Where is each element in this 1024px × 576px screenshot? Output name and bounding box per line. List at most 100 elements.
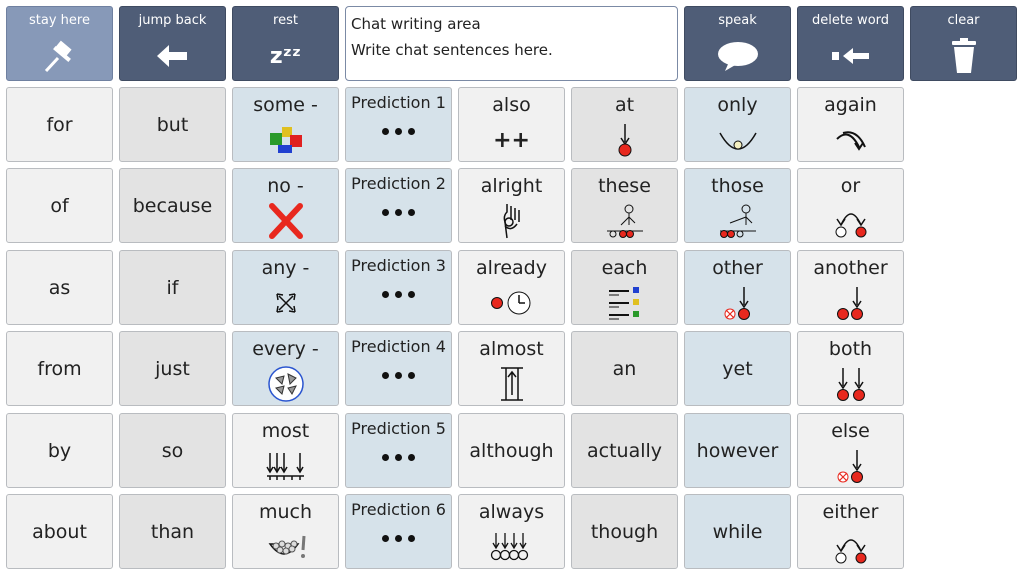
word-label: else	[831, 420, 870, 442]
bowl-ball-icon	[685, 120, 790, 160]
prediction-2[interactable]: Prediction 2	[345, 168, 452, 243]
group-circle-icon	[233, 364, 338, 404]
word-any[interactable]: any -	[232, 250, 339, 325]
word-for[interactable]: for	[6, 87, 113, 162]
word-label: than	[150, 520, 195, 543]
speech-bubble-icon	[685, 35, 790, 77]
word-label: as	[48, 276, 71, 299]
word-actually[interactable]: actually	[571, 413, 678, 488]
word-as[interactable]: as	[6, 250, 113, 325]
prediction-3[interactable]: Prediction 3	[345, 250, 452, 325]
word-always[interactable]: always	[458, 494, 565, 569]
word-but[interactable]: but	[119, 87, 226, 162]
word-every[interactable]: every -	[232, 331, 339, 406]
word-label: yet	[722, 357, 753, 380]
word-label: at	[614, 94, 635, 116]
word-label: other	[712, 257, 763, 279]
ellipsis-icon	[346, 372, 451, 379]
word-from[interactable]: from	[6, 331, 113, 406]
prediction-6[interactable]: Prediction 6	[345, 494, 452, 569]
word-label: actually	[586, 439, 663, 462]
word-just[interactable]: just	[119, 331, 226, 406]
word-no[interactable]: no -	[232, 168, 339, 243]
word-of[interactable]: of	[6, 168, 113, 243]
word-label: also	[492, 94, 531, 116]
else-arrow-icon	[798, 446, 903, 486]
word-much[interactable]: much	[232, 494, 339, 569]
prediction-label: Prediction 4	[351, 337, 446, 356]
word-label: so	[161, 439, 184, 462]
clear-label: clear	[947, 13, 980, 28]
word-although[interactable]: although	[458, 413, 565, 488]
word-label: only	[717, 94, 758, 116]
word-though[interactable]: though	[571, 494, 678, 569]
word-an[interactable]: an	[571, 331, 678, 406]
word-yet[interactable]: yet	[684, 331, 791, 406]
chat-title: Chat writing area	[351, 15, 481, 33]
word-again[interactable]: again	[797, 87, 904, 162]
prediction-4[interactable]: Prediction 4	[345, 331, 452, 406]
delete-arrow-icon	[798, 35, 903, 77]
word-however[interactable]: however	[684, 413, 791, 488]
arrow-left-icon	[120, 35, 225, 77]
pushpin-icon	[7, 35, 112, 77]
word-label: of	[50, 194, 69, 217]
word-those[interactable]: those	[684, 168, 791, 243]
almost-top-icon	[459, 364, 564, 404]
word-label: for	[46, 113, 73, 136]
delete-word-label: delete word	[811, 13, 890, 28]
pointing-hands-icon	[572, 283, 677, 323]
prediction-label: Prediction 3	[351, 256, 446, 275]
word-label: alright	[480, 175, 543, 197]
word-label: if	[166, 276, 179, 299]
word-while[interactable]: while	[684, 494, 791, 569]
stay-here-button[interactable]: stay here	[6, 6, 113, 81]
word-label: most	[261, 420, 310, 442]
prediction-1[interactable]: Prediction 1	[345, 87, 452, 162]
prediction-label: Prediction 2	[351, 174, 446, 193]
word-some[interactable]: some -	[232, 87, 339, 162]
word-about[interactable]: about	[6, 494, 113, 569]
word-most[interactable]: most	[232, 413, 339, 488]
word-label: already	[476, 257, 547, 279]
word-or[interactable]: or	[797, 168, 904, 243]
word-label: but	[156, 113, 189, 136]
jump-back-button[interactable]: jump back	[119, 6, 226, 81]
speak-button[interactable]: speak	[684, 6, 791, 81]
delete-word-button[interactable]: delete word	[797, 6, 904, 81]
word-than[interactable]: than	[119, 494, 226, 569]
prediction-5[interactable]: Prediction 5	[345, 413, 452, 488]
sleep-zzz-icon: zᶻᶻ	[269, 43, 302, 69]
word-alright[interactable]: alright	[458, 168, 565, 243]
word-each[interactable]: each	[571, 250, 678, 325]
word-at[interactable]: at	[571, 87, 678, 162]
rest-button[interactable]: rest zᶻᶻ	[232, 6, 339, 81]
word-almost[interactable]: almost	[458, 331, 565, 406]
choice-arc-icon	[798, 201, 903, 241]
word-label: again	[824, 94, 877, 116]
word-label: though	[590, 520, 659, 543]
word-another[interactable]: another	[797, 250, 904, 325]
word-these[interactable]: these	[571, 168, 678, 243]
word-because[interactable]: because	[119, 168, 226, 243]
word-so[interactable]: so	[119, 413, 226, 488]
word-only[interactable]: only	[684, 87, 791, 162]
word-label: both	[828, 338, 873, 360]
chat-writing-area[interactable]: Chat writing area Write chat sentences h…	[345, 6, 678, 81]
word-if[interactable]: if	[119, 250, 226, 325]
choice-arc-icon	[798, 527, 903, 567]
word-also[interactable]: also ++	[458, 87, 565, 162]
word-label: while	[712, 520, 763, 543]
word-either[interactable]: either	[797, 494, 904, 569]
both-arrows-icon	[798, 364, 903, 404]
ellipsis-icon	[346, 454, 451, 461]
word-by[interactable]: by	[6, 413, 113, 488]
word-other[interactable]: other	[684, 250, 791, 325]
word-both[interactable]: both	[797, 331, 904, 406]
not-this-arrow-icon	[685, 283, 790, 323]
word-already[interactable]: already	[458, 250, 565, 325]
word-label: although	[469, 439, 554, 462]
red-cross-icon	[233, 201, 338, 241]
clear-button[interactable]: clear	[910, 6, 1017, 81]
word-else[interactable]: else	[797, 413, 904, 488]
